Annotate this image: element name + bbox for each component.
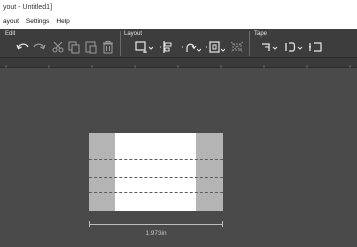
delete-button[interactable] [101, 40, 115, 54]
grid-icon [230, 41, 244, 53]
fit-button[interactable] [205, 40, 225, 54]
dimension-tick-right [222, 221, 223, 227]
redo-button[interactable] [32, 40, 46, 54]
guide-line [89, 192, 223, 193]
tape-margin-button[interactable] [284, 40, 304, 54]
grid-button[interactable] [229, 40, 245, 54]
tape-group: Tape [250, 29, 357, 58]
cut-button[interactable] [51, 40, 65, 54]
menu-bar: ayout Settings Help [0, 17, 357, 29]
redo-icon [33, 43, 46, 50]
window-title-bar: yout - Untitled1] [0, 0, 357, 17]
tape-margin-icon [285, 42, 303, 52]
copy-icon [68, 41, 80, 54]
rotate-button[interactable] [181, 40, 201, 54]
undo-button[interactable] [16, 40, 30, 54]
tape-length-icon [262, 43, 278, 51]
label-preview[interactable] [89, 133, 223, 211]
tape-group-label: Tape [254, 31, 268, 37]
label-size-button[interactable] [135, 40, 153, 54]
edit-group: Edit [0, 29, 120, 58]
undo-icon [16, 43, 29, 50]
label-size-icon [135, 41, 153, 53]
menu-layout[interactable]: ayout [3, 18, 19, 29]
rotate-icon [182, 43, 201, 52]
paste-button[interactable] [84, 40, 98, 54]
editor-canvas[interactable]: 1.973in [0, 68, 357, 247]
paste-icon [85, 41, 97, 54]
guide-line [89, 159, 223, 160]
label-length-text: 1.973in [145, 230, 167, 237]
menu-settings[interactable]: Settings [26, 18, 50, 29]
tape-length-button[interactable] [260, 40, 280, 54]
edit-group-label: Edit [5, 31, 16, 37]
layout-group-label: Layout [124, 31, 143, 37]
cut-icon [52, 41, 64, 53]
layout-group: Layout [121, 29, 249, 58]
tape-cut-icon [309, 42, 322, 52]
menu-help[interactable]: Help [56, 18, 69, 29]
window-title: yout - Untitled1] [3, 4, 53, 11]
fit-icon [206, 41, 225, 53]
horizontal-ruler [0, 58, 357, 71]
tape-cut-button[interactable] [308, 40, 326, 54]
copy-button[interactable] [67, 40, 81, 54]
align-button[interactable] [159, 40, 177, 54]
guide-line [89, 177, 223, 178]
dimension-line [89, 224, 223, 225]
trash-icon [103, 41, 113, 54]
align-icon [160, 41, 172, 53]
printable-area [115, 133, 196, 211]
ribbon-toolbar: Edit Layout Tape [0, 29, 357, 58]
